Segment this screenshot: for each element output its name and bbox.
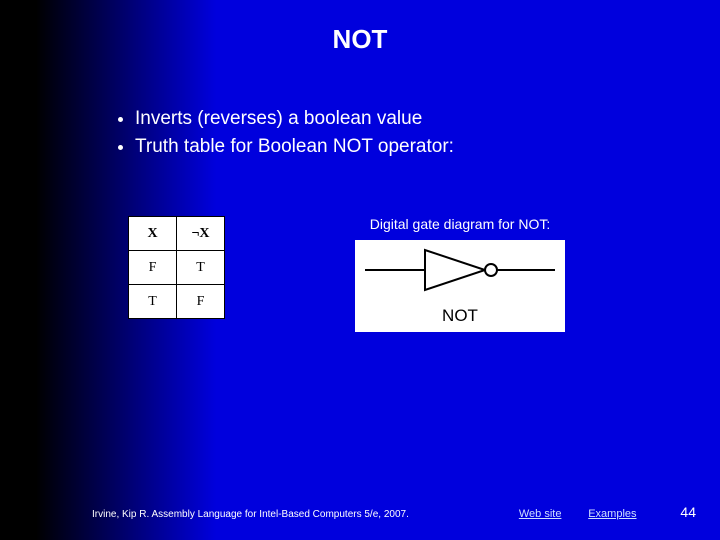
bullet-item: Inverts (reverses) a boolean value [135,105,720,133]
truth-cell: T [129,285,177,319]
gate-diagram: NOT [355,240,565,332]
page-number: 44 [680,504,696,520]
truth-cell: F [129,251,177,285]
footer-citation: Irvine, Kip R. Assembly Language for Int… [92,509,409,520]
truth-table: X ¬X F T T F [128,216,225,319]
footer-link-examples[interactable]: Examples [588,508,636,520]
bullet-item: Truth table for Boolean NOT operator: [135,133,720,161]
footer-links: Web site Examples [519,508,661,520]
gate-caption: Digital gate diagram for NOT: [355,216,565,232]
truth-header-notx: ¬X [177,217,225,251]
bullet-list: Inverts (reverses) a boolean value Truth… [115,105,720,160]
gate-diagram-column: Digital gate diagram for NOT: NOT [355,216,565,332]
gate-label: NOT [355,306,565,326]
content-row: X ¬X F T T F Digital gate diagram for NO… [0,216,720,332]
slide-footer: Irvine, Kip R. Assembly Language for Int… [0,504,720,520]
truth-cell: T [177,251,225,285]
footer-link-website[interactable]: Web site [519,508,562,520]
truth-header-x: X [129,217,177,251]
slide-title: NOT [0,0,720,55]
truth-cell: F [177,285,225,319]
not-gate-icon [355,240,565,305]
